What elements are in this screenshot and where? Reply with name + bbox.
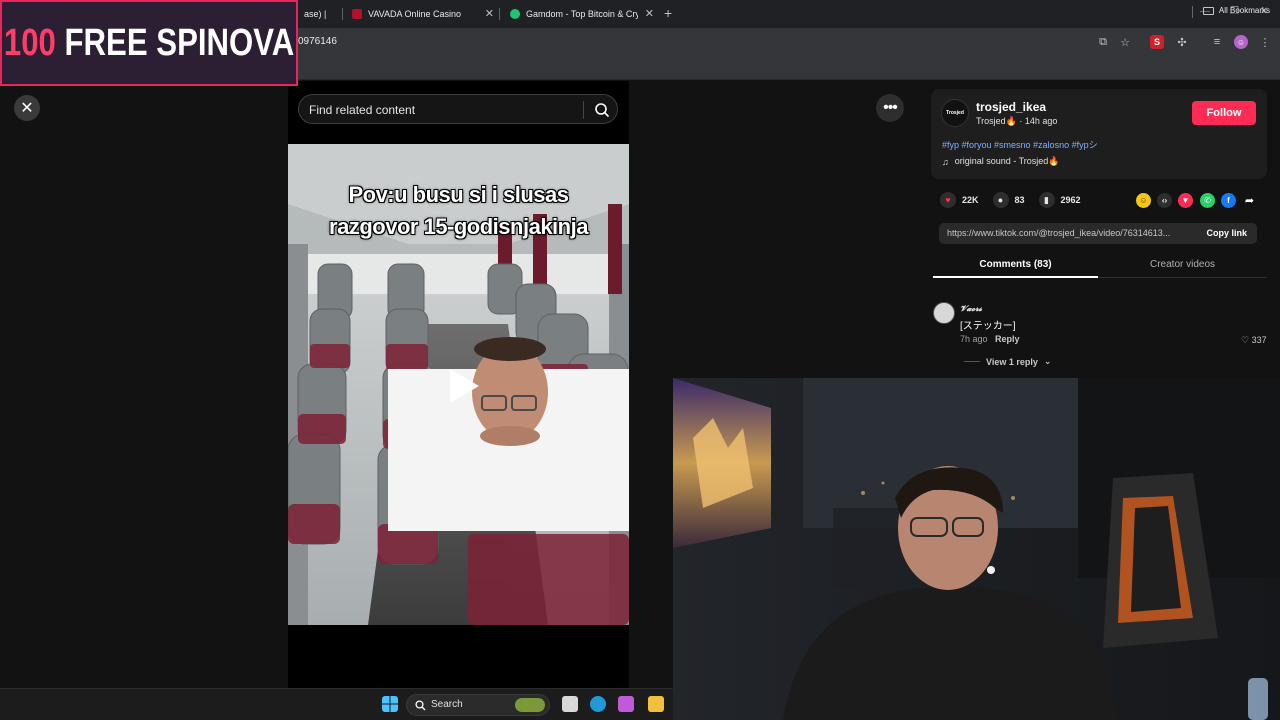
comment-count: 83 (1014, 195, 1025, 205)
tab-gamdom[interactable]: Gamdom - Top Bitcoin & Crypt ✕ (502, 4, 656, 24)
promo-banner: 100 FREE SPINOVA (0, 0, 298, 86)
promo-text: 100 FREE SPINOVA (4, 22, 294, 65)
video-player[interactable]: Pov:u busu si i slusas razgovor 15-godis… (288, 144, 629, 625)
send-icon[interactable]: ▼ (1178, 193, 1193, 208)
install-app-icon[interactable]: ⧉ (1096, 35, 1110, 49)
search-icon[interactable] (593, 101, 611, 119)
search-input[interactable]: Find related content (309, 103, 415, 117)
comment-like-button[interactable]: ♡ 337 (1241, 335, 1267, 346)
vavada-favicon-icon (352, 9, 362, 19)
tab-close-icon[interactable]: ✕ (485, 7, 494, 20)
extension-s-icon[interactable]: S (1150, 35, 1164, 49)
more-options-button[interactable]: ••• (876, 94, 904, 122)
post-actions: ♥ 22K ● 83 ▮ 2962 (940, 191, 1095, 209)
video-caption-line-2: razgovor 15-godisnjakinja (329, 214, 588, 239)
share-arrow-icon[interactable]: ➦ (1242, 193, 1257, 208)
share-friends-icon[interactable]: ☺ (1136, 193, 1151, 208)
webcam-feed-image (673, 378, 1280, 720)
tab-separator (499, 8, 500, 20)
task-view-icon[interactable] (562, 696, 578, 712)
post-link-box: https://www.tiktok.com/@trosjed_ikea/vid… (939, 223, 1257, 244)
tab-comments[interactable]: Comments (83) (933, 259, 1098, 270)
all-bookmarks-button[interactable]: All Bookmarks (1202, 6, 1270, 15)
follow-button[interactable]: Follow (1192, 101, 1256, 125)
play-icon[interactable] (446, 366, 482, 406)
tab-label: VAVADA Online Casino (368, 9, 462, 19)
like-count: 22K (962, 195, 979, 205)
search-highlight-icon (515, 698, 545, 712)
edge-browser-icon[interactable] (590, 696, 606, 712)
sound-name: original sound - Trosjed🔥 (954, 156, 1060, 166)
heart-outline-icon: ♡ (1241, 335, 1250, 345)
url-text[interactable]: 0976146 (298, 36, 337, 47)
creator-display-name: Trosjed🔥 (976, 116, 1017, 126)
facebook-icon[interactable]: f (1221, 193, 1236, 208)
all-bookmarks-label: All Bookmarks (1218, 6, 1270, 15)
tab-separator (342, 8, 343, 20)
tab-vavada[interactable]: VAVADA Online Casino ✕ (344, 4, 496, 24)
bookmark-star-icon[interactable]: ☆ (1118, 35, 1132, 49)
promo-label: FREE SPINOVA (55, 21, 295, 64)
comment-time: 7h ago (960, 334, 988, 344)
comment-icon: ● (992, 192, 1009, 208)
more-horizontal-icon: ••• (883, 99, 898, 116)
video-caption-line-1: Pov:u busu si i slusas (348, 182, 569, 207)
avatar-text: Trosjed (946, 110, 964, 116)
comment-button[interactable]: ● 83 (992, 192, 1025, 208)
creator-subline: Trosjed🔥 · 14h ago (976, 116, 1057, 127)
save-button[interactable]: ▮ 2962 (1038, 192, 1081, 208)
bookmarks-separator (1192, 6, 1193, 18)
taskbar-search[interactable]: Search (406, 694, 550, 716)
creator-username[interactable]: trosjed_ikea (976, 100, 1046, 114)
tab-creator-videos[interactable]: Creator videos (1098, 259, 1267, 270)
media-control-icon[interactable]: ≡ (1210, 35, 1224, 49)
tab-close-icon[interactable]: ✕ (645, 7, 654, 20)
active-tab-indicator (933, 276, 1098, 278)
webcam-overlay (673, 378, 1280, 720)
taskbar-search-icon (415, 700, 426, 711)
creator-avatar[interactable]: Trosjed (941, 99, 969, 127)
tab-label: Gamdom - Top Bitcoin & Crypt (526, 9, 638, 19)
new-tab-icon[interactable]: + (664, 5, 672, 21)
reply-button[interactable]: Reply (995, 334, 1020, 344)
whatsapp-icon[interactable]: ✆ (1200, 193, 1215, 208)
tab-label: ase) | (304, 9, 327, 19)
post-sound[interactable]: ♫ original sound - Trosjed🔥 (942, 156, 1060, 167)
profile-avatar-icon[interactable]: ☺ (1234, 35, 1248, 49)
bookmark-icon: ▮ (1038, 192, 1055, 208)
folder-icon (1202, 6, 1214, 15)
close-icon: ✕ (20, 100, 34, 117)
view-replies-label: View 1 reply (986, 356, 1038, 367)
music-note-icon: ♫ (942, 156, 949, 167)
panel-tabs: Comments (83) Creator videos (933, 252, 1267, 278)
gamdom-favicon-icon (510, 9, 520, 19)
windows-start-icon[interactable] (382, 696, 398, 712)
close-video-button[interactable]: ✕ (14, 95, 40, 121)
save-count: 2962 (1060, 195, 1081, 205)
comment-author[interactable]: 𝓥𝓪𝓸𝓻𝓼 (960, 304, 982, 314)
comment-like-count: 337 (1251, 335, 1267, 345)
extensions-puzzle-icon[interactable]: ✣ (1175, 35, 1189, 49)
promo-number: 100 (3, 21, 56, 64)
copilot-icon[interactable] (618, 696, 634, 712)
search-bar[interactable]: Find related content (298, 94, 618, 124)
copy-link-button[interactable]: Copy link (1206, 228, 1247, 238)
browser-menu-icon[interactable]: ⋮ (1258, 35, 1272, 49)
post-link-text[interactable]: https://www.tiktok.com/@trosjed_ikea/vid… (947, 228, 1170, 238)
windows-taskbar: Search (0, 688, 673, 720)
tab-previous[interactable]: ase) | (296, 4, 340, 24)
heart-icon: ♥ (940, 192, 956, 208)
reply-line (964, 361, 980, 362)
post-time: · 14h ago (1016, 116, 1058, 126)
like-button[interactable]: ♥ 22K (940, 192, 979, 208)
comment-text: [ステッカー] (960, 321, 1016, 332)
file-explorer-icon[interactable] (648, 696, 664, 712)
chevron-down-icon: ⌄ (1043, 356, 1052, 366)
search-divider (583, 101, 584, 119)
commenter-avatar[interactable] (933, 302, 955, 324)
view-replies-button[interactable]: View 1 reply ⌄ (964, 356, 1051, 367)
post-hashtags[interactable]: #fyp #foryou #smesno #zalosno #fypシ (942, 138, 1098, 151)
taskbar-search-label: Search (431, 699, 463, 710)
embed-code-icon[interactable]: ‹› (1157, 193, 1172, 208)
